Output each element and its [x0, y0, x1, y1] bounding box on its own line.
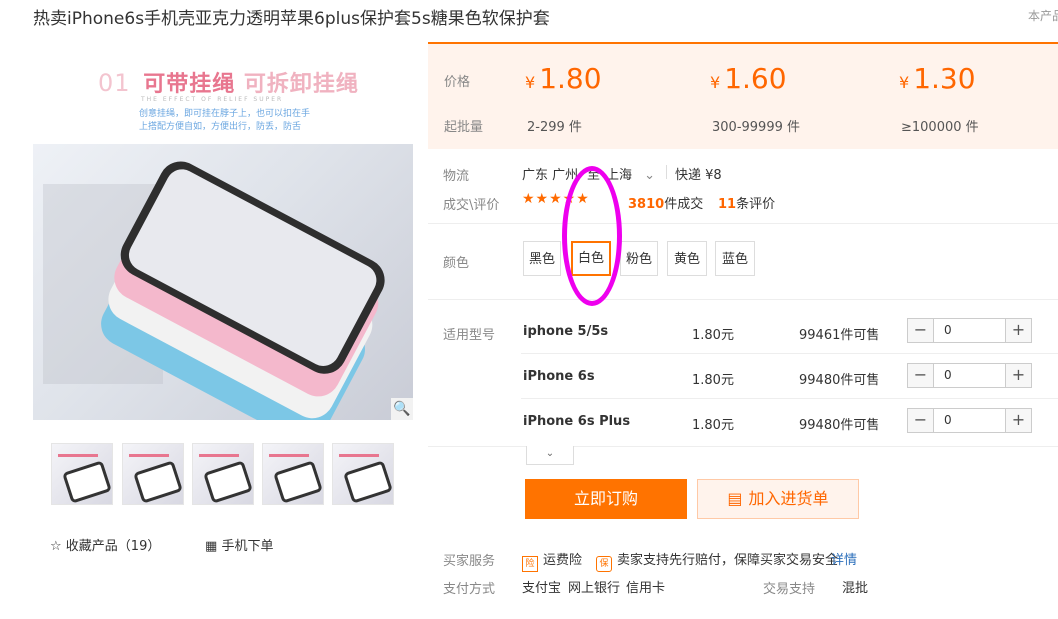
minus-icon[interactable]: − — [908, 364, 934, 387]
model-name: iPhone 6s — [523, 369, 595, 384]
clipboard-icon: ▤ — [727, 489, 743, 508]
model-label: 适用型号 — [443, 328, 496, 343]
payment-method: 信用卡 — [626, 581, 666, 596]
promo-number: 01 — [98, 69, 131, 97]
payment-method: 支付宝 — [522, 581, 562, 596]
promo-subtitle: THE EFFECT OF RELIEF SUPER — [141, 96, 284, 103]
services-label: 买家服务 — [443, 554, 496, 569]
phone-case-photo: 🔍 — [33, 144, 413, 420]
color-option-black[interactable]: 黑色 — [523, 241, 561, 276]
range-tier-3: ≥100000 件 — [901, 120, 979, 135]
compensation-service: 保卖家支持先行赔付，保障买家交易安全 — [596, 549, 838, 572]
buy-now-button[interactable]: 立即订购 — [525, 479, 687, 519]
annotation-circle — [562, 166, 622, 306]
quantity-value[interactable]: 0 — [944, 323, 952, 337]
plus-icon[interactable]: + — [1005, 409, 1031, 432]
range-tier-1: 2-299 件 — [527, 120, 582, 135]
logistics-destination-select[interactable]: 上海 ⌄ — [606, 164, 655, 183]
model-stock: 99480件可售 — [799, 418, 880, 433]
color-option-blue[interactable]: 蓝色 — [715, 241, 755, 276]
thumbnail-1[interactable] — [51, 443, 113, 505]
trade-support-label: 交易支持 — [763, 582, 816, 597]
corner-text: 本产品 — [1028, 9, 1058, 23]
product-title: 热卖iPhone6s手机壳亚克力透明苹果6plus保护套5s糖果色软保护套 — [33, 9, 550, 29]
thumbnail-5[interactable] — [332, 443, 394, 505]
color-label: 颜色 — [443, 256, 470, 271]
plus-icon[interactable]: + — [1005, 319, 1031, 342]
insurance-icon: 险 — [522, 556, 538, 572]
moq-label: 起批量 — [444, 120, 484, 135]
price-tier-2: ¥1.60 — [710, 62, 787, 95]
price-tier-3: ¥1.30 — [899, 62, 976, 95]
price-box: 价格 起批量 ¥1.80 2-299 件 ¥1.60 300-99999 件 ¥… — [428, 42, 1058, 149]
quantity-value[interactable]: 0 — [944, 368, 952, 382]
expand-more-button[interactable]: ⌄ — [526, 446, 574, 465]
quantity-value[interactable]: 0 — [944, 413, 952, 427]
payment-method: 网上银行 — [568, 581, 621, 596]
model-stock: 99480件可售 — [799, 373, 880, 388]
model-name: iphone 5/5s — [523, 324, 609, 339]
quantity-stepper[interactable]: − 0 + — [907, 408, 1032, 433]
divider — [521, 398, 1058, 399]
thumbnail-4[interactable] — [262, 443, 324, 505]
minus-icon[interactable]: − — [908, 409, 934, 432]
divider — [428, 446, 1058, 447]
plus-icon[interactable]: + — [1005, 364, 1031, 387]
divider — [428, 299, 1058, 300]
range-tier-2: 300-99999 件 — [712, 120, 800, 135]
promo-desc: 创意挂绳，即可挂在脖子上，也可以扣在手 上搭配方便自如，方便出行，防丢，防舌 — [139, 108, 310, 134]
promo-heading: 01 可带挂绳 可拆卸挂绳 — [98, 66, 359, 98]
mobile-order-button[interactable]: ▦ 手机下单 — [205, 535, 273, 554]
model-price: 1.80元 — [692, 373, 734, 388]
add-to-cart-button[interactable]: ▤ 加入进货单 — [697, 479, 859, 519]
logistics-label: 物流 — [443, 169, 470, 184]
favorite-label: 收藏产品（19） — [65, 539, 161, 554]
divider — [521, 353, 1058, 354]
favorite-button[interactable]: ☆ 收藏产品（19） — [50, 535, 160, 554]
model-price: 1.80元 — [692, 328, 734, 343]
model-price: 1.80元 — [692, 418, 734, 433]
quantity-stepper[interactable]: − 0 + — [907, 318, 1032, 343]
freight-insurance[interactable]: 险运费险 — [522, 549, 582, 572]
color-option-pink[interactable]: 粉色 — [620, 241, 658, 276]
deals-count[interactable]: 3810件成交 — [628, 193, 703, 212]
chevron-down-icon: ⌄ — [545, 448, 555, 459]
deals-label: 成交\评价 — [443, 198, 500, 213]
reviews-count[interactable]: 11条评价 — [718, 193, 775, 212]
promo-line1: 可带挂绳 — [143, 72, 236, 97]
payment-label: 支付方式 — [443, 582, 496, 597]
shield-icon: 保 — [596, 556, 612, 572]
logistics-from: 广东 广州 — [522, 168, 579, 183]
price-label: 价格 — [444, 75, 471, 90]
color-option-yellow[interactable]: 黄色 — [667, 241, 707, 276]
promo-desc-line1: 创意挂绳，即可挂在脖子上，也可以扣在手 — [139, 109, 311, 119]
main-product-image[interactable]: 01 可带挂绳 可拆卸挂绳 THE EFFECT OF RELIEF SUPER… — [33, 40, 413, 420]
mobile-order-label: 手机下单 — [221, 539, 274, 554]
model-stock: 99461件可售 — [799, 328, 880, 343]
star-outline-icon: ☆ — [50, 539, 62, 554]
chevron-down-icon: ⌄ — [644, 168, 656, 183]
express-fee: 快递 ¥8 — [675, 168, 722, 183]
thumbnail-2[interactable] — [122, 443, 184, 505]
divider — [428, 223, 1058, 224]
minus-icon[interactable]: − — [908, 319, 934, 342]
qr-code-icon: ▦ — [205, 539, 218, 554]
promo-desc-line2: 上搭配方便自如，方便出行，防丢，防舌 — [139, 122, 302, 132]
zoom-icon[interactable]: 🔍 — [391, 398, 413, 420]
quantity-stepper[interactable]: − 0 + — [907, 363, 1032, 388]
divider — [666, 165, 667, 179]
promo-line1b: 可拆卸挂绳 — [243, 72, 359, 97]
price-tier-1: ¥1.80 — [525, 62, 602, 95]
thumbnail-3[interactable] — [192, 443, 254, 505]
model-name: iPhone 6s Plus — [523, 414, 631, 429]
trade-support-value: 混批 — [842, 581, 869, 596]
service-detail-link[interactable]: 详情 — [831, 549, 857, 568]
